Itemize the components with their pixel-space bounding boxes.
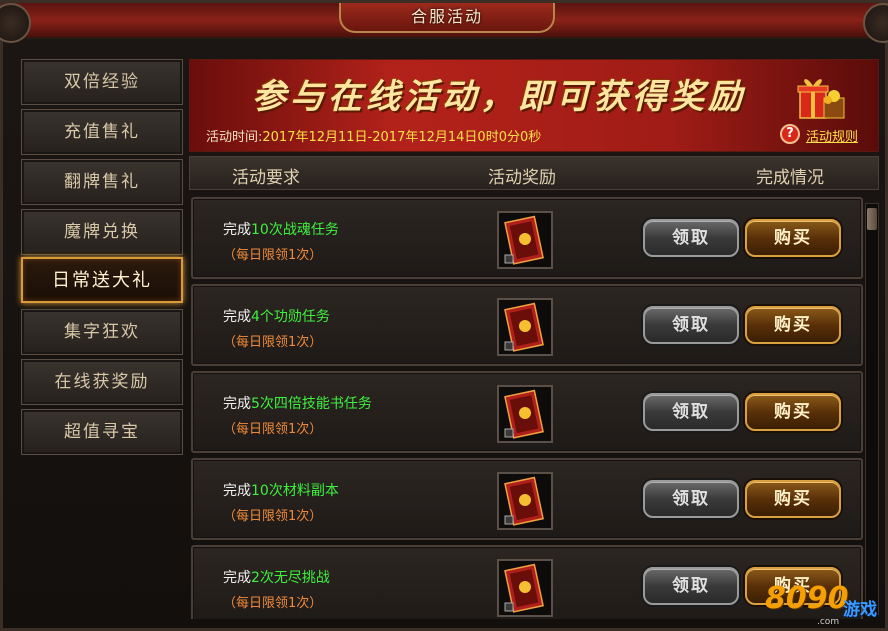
sidebar-item-daily-gift[interactable]: 日常送大礼 [21, 257, 183, 303]
reward-card-icon[interactable] [497, 385, 553, 443]
claim-button[interactable]: 领取 [643, 393, 739, 431]
watermark-text: 游戏 [843, 600, 877, 620]
task-row: 完成10次战魂任务 （每日限领1次） 领取 购买 [191, 197, 863, 279]
column-status: 完成情况 [756, 168, 824, 188]
reward-card-icon[interactable] [497, 211, 553, 269]
event-window: 合服活动 双倍经验 充值售礼 翻牌售礼 魔牌兑换 日常送大礼 集字狂欢 在线获奖… [0, 0, 888, 631]
event-time-label: 活动时间: [206, 130, 263, 145]
task-description: 完成4个功勋任务 [223, 309, 330, 325]
corner-ornament-right [863, 3, 888, 43]
site-watermark-logo: 8090 游戏 .com [765, 575, 885, 629]
buy-button[interactable]: 购买 [745, 219, 841, 257]
buy-button[interactable]: 购买 [745, 306, 841, 344]
list-scrollbar[interactable] [865, 203, 879, 615]
task-row: 完成10次材料副本 （每日限领1次） 领取 购买 [191, 458, 863, 540]
task-row: 完成5次四倍技能书任务 （每日限领1次） 领取 购买 [191, 371, 863, 453]
task-limit: （每日限领1次） [223, 596, 323, 611]
claim-button[interactable]: 领取 [643, 567, 739, 605]
help-icon[interactable]: ? [780, 124, 800, 144]
event-time: 活动时间:2017年12月11日-2017年12月14日0时0分0秒 [206, 126, 541, 145]
sidebar-item-online-reward[interactable]: 在线获奖励 [21, 359, 183, 405]
corner-ornament-left [0, 3, 31, 43]
window-title: 合服活动 [339, 3, 555, 33]
watermark-number: 8090 [765, 581, 849, 616]
reward-card-icon[interactable] [497, 298, 553, 356]
task-description: 完成2次无尽挑战 [223, 570, 330, 586]
banner-headline: 参与在线活动，即可获得奖励 [252, 77, 746, 117]
task-description: 完成10次战魂任务 [223, 222, 339, 238]
sidebar: 双倍经验 充值售礼 翻牌售礼 魔牌兑换 日常送大礼 集字狂欢 在线获奖励 超值寻… [17, 53, 187, 463]
sidebar-item-magic-card-exchange[interactable]: 魔牌兑换 [21, 209, 183, 255]
task-row: 完成4个功勋任务 （每日限领1次） 领取 购买 [191, 284, 863, 366]
sidebar-item-flip-card-gift[interactable]: 翻牌售礼 [21, 159, 183, 205]
sidebar-item-word-collect[interactable]: 集字狂欢 [21, 309, 183, 355]
column-header: 活动要求 活动奖励 完成情况 [189, 156, 879, 190]
task-limit: （每日限领1次） [223, 335, 323, 350]
buy-button[interactable]: 购买 [745, 393, 841, 431]
buy-button[interactable]: 购买 [745, 480, 841, 518]
task-description: 完成10次材料副本 [223, 483, 339, 499]
title-bar: 合服活动 [0, 3, 888, 43]
gift-box-icon [797, 79, 845, 119]
claim-button[interactable]: 领取 [643, 219, 739, 257]
sidebar-item-double-exp[interactable]: 双倍经验 [21, 59, 183, 105]
task-description: 完成5次四倍技能书任务 [223, 396, 372, 412]
scrollbar-thumb[interactable] [867, 208, 877, 230]
sidebar-item-treasure-hunt[interactable]: 超值寻宝 [21, 409, 183, 455]
reward-card-icon[interactable] [497, 472, 553, 530]
event-banner: 参与在线活动，即可获得奖励 活动时间:2017年12月11日-2017年12月1… [189, 59, 879, 152]
task-limit: （每日限领1次） [223, 248, 323, 263]
event-rules-link[interactable]: 活动规则 [806, 126, 858, 145]
column-reward: 活动奖励 [488, 168, 556, 188]
task-list: 完成10次战魂任务 （每日限领1次） 领取 购买 完成4个功勋任务 （每日限领1… [189, 193, 879, 619]
reward-card-icon[interactable] [497, 559, 553, 617]
column-requirement: 活动要求 [232, 168, 300, 188]
claim-button[interactable]: 领取 [643, 480, 739, 518]
task-row: 完成2次无尽挑战 （每日限领1次） 领取 购买 [191, 545, 863, 619]
event-time-value: 2017年12月11日-2017年12月14日0时0分0秒 [262, 130, 542, 145]
claim-button[interactable]: 领取 [643, 306, 739, 344]
watermark-url: .com [817, 617, 840, 627]
task-limit: （每日限领1次） [223, 509, 323, 524]
sidebar-item-recharge-gift[interactable]: 充值售礼 [21, 109, 183, 155]
task-limit: （每日限领1次） [223, 422, 323, 437]
